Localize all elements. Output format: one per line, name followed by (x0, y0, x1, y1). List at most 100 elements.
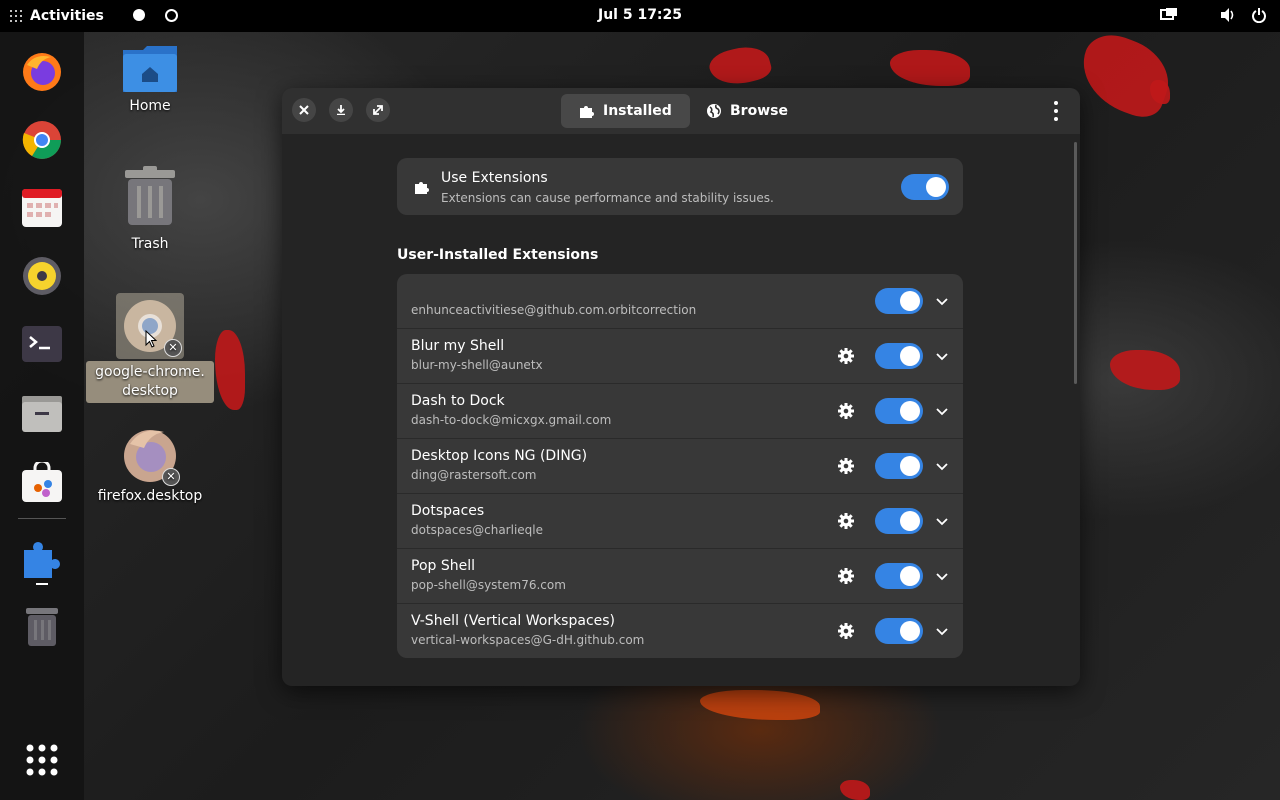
terminal-icon[interactable] (20, 322, 64, 366)
mouse-cursor-icon (145, 330, 157, 348)
trash-icon (125, 166, 175, 225)
firefox-icon[interactable] (20, 50, 64, 94)
tab-label: Installed (603, 103, 672, 119)
display-icon[interactable] (1160, 7, 1178, 27)
power-icon[interactable] (1252, 7, 1266, 27)
extension-name: Dotspaces (411, 503, 485, 519)
use-extensions-subtitle: Extensions can cause performance and sta… (441, 191, 774, 205)
desktop-icon-label: Trash (131, 236, 169, 252)
chevron-down-icon[interactable] (935, 514, 949, 528)
volume-icon[interactable] (1220, 7, 1236, 27)
gear-icon[interactable] (837, 457, 855, 475)
gear-icon[interactable] (837, 622, 855, 640)
download-icon (337, 105, 345, 115)
expand-icon (373, 105, 383, 115)
section-title: User-Installed Extensions (397, 247, 599, 263)
activities-grid-icon (10, 10, 22, 22)
extension-row[interactable]: enhunceactivitiese@github.com.orbitcorre… (397, 274, 963, 329)
extension-id: vertical-workspaces@G-dH.github.com (411, 633, 645, 647)
extension-row[interactable]: V-Shell (Vertical Workspaces) vertical-w… (397, 604, 963, 658)
tab-browse[interactable]: Browse (688, 94, 806, 128)
workspace-indicator[interactable] (165, 9, 178, 22)
broken-link-icon: ✕ (162, 468, 180, 486)
extension-id: pop-shell@system76.com (411, 578, 566, 592)
extension-toggle[interactable] (875, 508, 923, 534)
extension-name: V-Shell (Vertical Workspaces) (411, 613, 616, 629)
globe-icon (707, 104, 721, 118)
software-icon[interactable] (20, 460, 64, 504)
extensions-window: Installed Browse Use Extensions Extensio… (282, 88, 1080, 686)
workspace-indicator-active[interactable] (133, 9, 145, 21)
scrollbar[interactable] (1074, 142, 1077, 384)
extension-row[interactable]: Dotspaces dotspaces@charlieqle (397, 494, 963, 549)
extension-toggle[interactable] (875, 453, 923, 479)
close-button[interactable] (292, 98, 316, 122)
extension-toggle[interactable] (875, 288, 923, 314)
extensions-list: enhunceactivitiese@github.com.orbitcorre… (397, 274, 963, 658)
desktop-icon-google-chrome[interactable]: ✕ google-chrome. desktop (86, 293, 214, 403)
wallpaper-splat (706, 40, 774, 92)
minimize-button[interactable] (329, 98, 353, 122)
extension-id: dash-to-dock@micxgx.gmail.com (411, 413, 612, 427)
extension-id: blur-my-shell@aunetx (411, 358, 543, 372)
header-bar: Installed Browse (282, 88, 1080, 134)
wallpaper-splat (840, 780, 870, 800)
extension-id: dotspaces@charlieqle (411, 523, 543, 537)
extension-toggle[interactable] (875, 343, 923, 369)
extension-toggle[interactable] (875, 618, 923, 644)
gear-icon[interactable] (837, 512, 855, 530)
app-grid-icon[interactable] (20, 738, 64, 782)
desktop-icon-label: google-chrome. desktop (86, 361, 214, 403)
extension-name: Desktop Icons NG (DING) (411, 448, 588, 464)
tab-label: Browse (730, 103, 788, 119)
files-icon[interactable] (20, 390, 64, 434)
clock[interactable]: Jul 5 17:25 (598, 7, 682, 23)
chevron-down-icon[interactable] (935, 624, 949, 638)
trash-icon[interactable] (20, 604, 64, 648)
use-extensions-toggle[interactable] (901, 174, 949, 200)
dock (0, 32, 84, 800)
running-indicator (36, 583, 48, 585)
chrome-icon[interactable] (20, 118, 64, 162)
chevron-down-icon[interactable] (935, 569, 949, 583)
rhythmbox-icon[interactable] (20, 254, 64, 298)
dock-separator (18, 518, 66, 519)
gear-icon[interactable] (837, 347, 855, 365)
extension-toggle[interactable] (875, 563, 923, 589)
extension-row[interactable]: Pop Shell pop-shell@system76.com (397, 549, 963, 604)
main-menu-button[interactable] (1046, 101, 1066, 121)
chevron-down-icon[interactable] (935, 404, 949, 418)
extension-name: Dash to Dock (411, 393, 505, 409)
desktop-icon-firefox[interactable]: ✕ firefox.desktop (90, 424, 210, 504)
tab-installed[interactable]: Installed (561, 94, 690, 128)
wallpaper-splat (1070, 26, 1180, 124)
extension-row[interactable]: Dash to Dock dash-to-dock@micxgx.gmail.c… (397, 384, 963, 439)
extension-toggle[interactable] (875, 398, 923, 424)
activities-button[interactable]: Activities (10, 0, 104, 32)
maximize-button[interactable] (366, 98, 390, 122)
extension-row[interactable]: Desktop Icons NG (DING) ding@rastersoft.… (397, 439, 963, 494)
close-icon (299, 105, 309, 115)
desktop-icon-trash[interactable]: Trash (110, 166, 190, 252)
wallpaper-splat (700, 690, 820, 720)
desktop-icon-label: firefox.desktop (97, 488, 203, 504)
extensions-icon[interactable] (20, 536, 64, 580)
extension-id: ding@rastersoft.com (411, 468, 537, 482)
activities-label: Activities (30, 8, 104, 24)
gear-icon[interactable] (837, 402, 855, 420)
gear-icon[interactable] (837, 567, 855, 585)
puzzle-piece-icon (415, 182, 429, 194)
wallpaper-splat (890, 50, 970, 86)
extension-row[interactable]: Blur my Shell blur-my-shell@aunetx (397, 329, 963, 384)
puzzle-piece-icon (580, 106, 594, 118)
use-extensions-card: Use Extensions Extensions can cause perf… (397, 158, 963, 215)
extension-name: Pop Shell (411, 558, 475, 574)
desktop-icon-home[interactable]: Home (110, 44, 190, 114)
broken-link-icon: ✕ (164, 339, 182, 357)
chevron-down-icon[interactable] (935, 294, 949, 308)
extension-id: enhunceactivitiese@github.com.orbitcorre… (411, 303, 697, 317)
calendar-icon[interactable] (20, 186, 64, 230)
chevron-down-icon[interactable] (935, 459, 949, 473)
home-folder-icon (123, 46, 177, 92)
chevron-down-icon[interactable] (935, 349, 949, 363)
